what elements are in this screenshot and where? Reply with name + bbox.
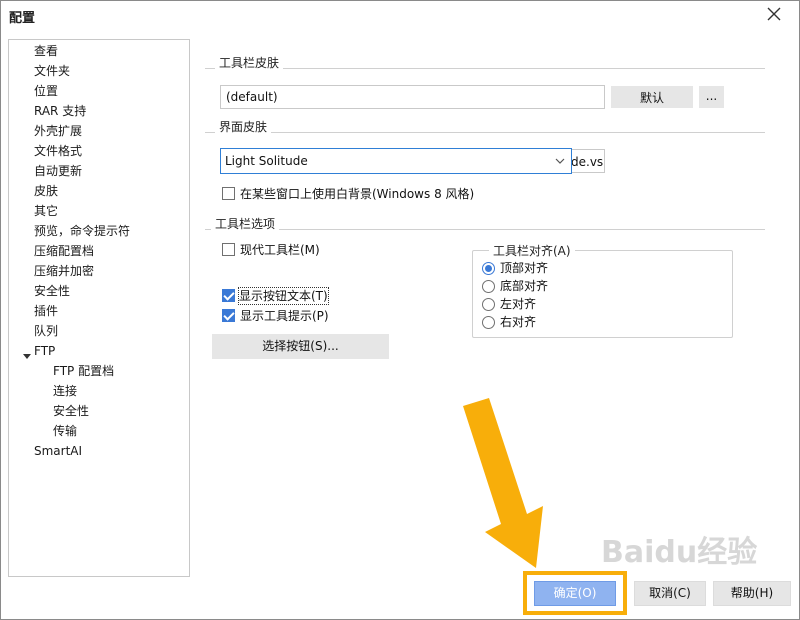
tree-item[interactable]: RAR 支持 xyxy=(34,101,86,121)
modern-toolbar-checkbox[interactable] xyxy=(222,243,235,256)
white-bg-label: 在某些窗口上使用白背景(Windows 8 风格) xyxy=(240,187,475,201)
toolbar-options-group-label: 工具栏选项 xyxy=(211,215,280,232)
watermark-logo: Baidu经验 xyxy=(601,535,758,570)
tree-item[interactable]: 压缩配置档 xyxy=(34,241,94,261)
tree-item[interactable]: 安全性 xyxy=(34,281,70,301)
modern-toolbar-label: 现代工具栏(M) xyxy=(240,243,320,257)
tree-item[interactable]: 连接 xyxy=(53,381,77,401)
settings-tree[interactable]: 查看 文件夹 位置 RAR 支持 外壳扩展 文件格式 自动更新 皮肤 其它 预览… xyxy=(8,39,190,577)
toolbar-skin-group-label: 工具栏皮肤 xyxy=(215,54,284,71)
show-button-text-checkbox[interactable] xyxy=(222,289,235,302)
toolbar-align-group-label: 工具栏对齐(A) xyxy=(489,242,575,259)
tree-item[interactable]: 外壳扩展 xyxy=(34,121,82,141)
cancel-button[interactable]: 取消(C) xyxy=(634,581,706,606)
browse-skin-button[interactable]: ... xyxy=(699,86,724,108)
white-bg-checkbox[interactable] xyxy=(222,187,235,200)
tree-item[interactable]: 插件 xyxy=(34,301,58,321)
ui-skin-group-label: 界面皮肤 xyxy=(215,118,272,135)
align-right-radio[interactable] xyxy=(482,316,495,329)
group-divider xyxy=(205,229,765,230)
tree-item[interactable]: 文件夹 xyxy=(34,61,70,81)
choose-buttons-button[interactable]: 选择按钮(S)... xyxy=(212,334,389,359)
align-bottom-radio[interactable] xyxy=(482,280,495,293)
tree-item[interactable]: 位置 xyxy=(34,81,58,101)
tree-item[interactable]: 传输 xyxy=(53,421,77,441)
toolbar-skin-field[interactable]: (default) xyxy=(220,85,605,109)
tree-item[interactable]: 预览，命令提示符 xyxy=(34,221,130,241)
tree-item[interactable]: 查看 xyxy=(34,41,58,61)
align-top-radio[interactable] xyxy=(482,262,495,275)
align-top-label: 顶部对齐 xyxy=(500,261,549,275)
config-dialog: 配置 查看 文件夹 位置 RAR 支持 外壳扩展 文件格式 自动更新 皮肤 其它… xyxy=(0,0,800,620)
group-divider xyxy=(205,132,765,133)
ok-button[interactable]: 确定(O) xyxy=(534,581,616,606)
expand-arrow-icon[interactable] xyxy=(23,354,31,359)
window-title: 配置 xyxy=(9,11,36,26)
tree-item[interactable]: 自动更新 xyxy=(34,161,82,181)
tree-item[interactable]: 队列 xyxy=(34,321,58,341)
help-button[interactable]: 帮助(H) xyxy=(713,581,791,606)
tree-item[interactable]: 皮肤 xyxy=(34,181,58,201)
tree-item[interactable]: 文件格式 xyxy=(34,141,82,161)
align-bottom-label: 底部对齐 xyxy=(500,279,549,293)
group-divider xyxy=(205,68,765,69)
chevron-down-icon xyxy=(555,158,565,164)
show-tooltips-checkbox[interactable] xyxy=(222,309,235,322)
skin-path-tail: de.vsl xyxy=(571,149,605,173)
tree-item[interactable]: 安全性 xyxy=(53,401,89,421)
align-right-label: 右对齐 xyxy=(500,315,537,329)
tree-item[interactable]: 压缩并加密 xyxy=(34,261,94,281)
align-left-radio[interactable] xyxy=(482,298,495,311)
show-tooltips-label: 显示工具提示(P) xyxy=(240,309,329,323)
settings-panel: 工具栏皮肤 (default) 默认 ... 界面皮肤 de.vsl Light… xyxy=(201,1,800,620)
ui-skin-select[interactable]: Light Solitude xyxy=(220,148,572,174)
tree-item[interactable]: FTP 配置档 xyxy=(53,361,114,381)
tree-item[interactable]: 其它 xyxy=(34,201,58,221)
tree-item[interactable]: SmartAI xyxy=(34,441,82,461)
show-button-text-label: 显示按钮文本(T) xyxy=(238,287,329,305)
tree-item-ftp[interactable]: FTP xyxy=(34,341,55,361)
default-skin-button[interactable]: 默认 xyxy=(611,86,693,108)
ui-skin-select-value: Light Solitude xyxy=(225,154,308,168)
align-left-label: 左对齐 xyxy=(500,297,537,311)
